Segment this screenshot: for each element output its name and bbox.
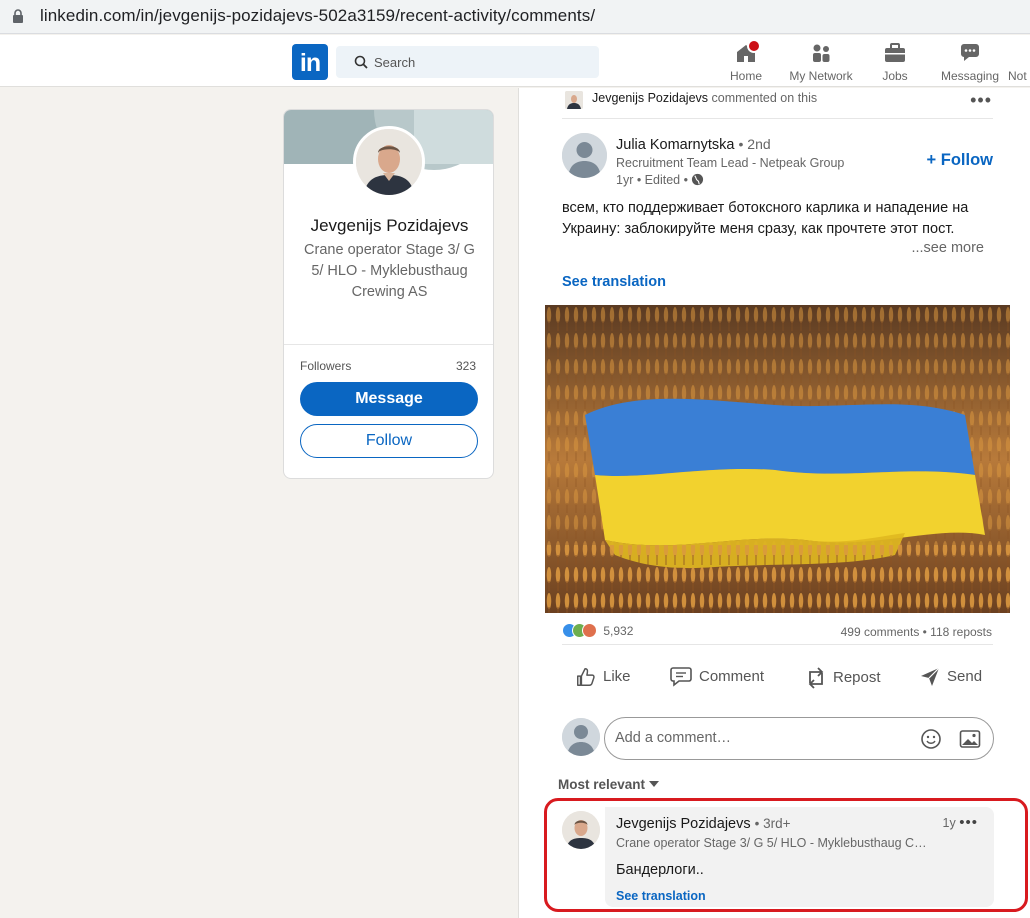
reaction-icons <box>562 623 600 639</box>
current-user-avatar <box>562 718 600 756</box>
top-nav: in Search Home My Network Jobs Messaging… <box>0 35 1030 87</box>
nav-home[interactable]: Home <box>727 39 765 83</box>
divider <box>284 344 493 345</box>
emoji-icon[interactable] <box>920 728 942 750</box>
briefcase-icon <box>885 43 905 62</box>
nav-messaging[interactable]: Messaging <box>939 41 1001 83</box>
messaging-icon <box>961 44 979 61</box>
search-icon <box>354 55 368 69</box>
lock-icon <box>13 9 23 23</box>
see-more-link[interactable]: ...see more <box>911 240 984 256</box>
person-photo-icon <box>565 91 583 109</box>
nav-jobs[interactable]: Jobs <box>878 41 912 83</box>
nav-jobs-label: Jobs <box>882 69 908 83</box>
bell-icon <box>1008 41 1030 65</box>
connection-degree: • 2nd <box>738 136 771 152</box>
caret-down-icon <box>648 781 659 787</box>
post-image[interactable] <box>545 305 1010 613</box>
ukrainian-flag-wheat-photo <box>545 305 1010 613</box>
follow-button[interactable]: Follow <box>300 424 478 458</box>
url-text[interactable]: linkedin.com/in/jevgenijs-pozidajevs-502… <box>40 6 595 26</box>
red-highlight-annotation <box>544 798 1028 912</box>
divider <box>562 118 993 119</box>
person-photo-icon <box>356 129 422 195</box>
more-options-icon[interactable]: ••• <box>970 90 992 111</box>
sort-label: Most relevant <box>558 777 646 792</box>
default-person-icon <box>562 133 607 178</box>
nav-notifications-label: Not <box>1008 69 1027 83</box>
sort-dropdown[interactable]: Most relevant <box>558 777 659 792</box>
activity-actor-name[interactable]: Jevgenijs Pozidajevs <box>592 91 708 105</box>
nav-home-label: Home <box>729 69 762 83</box>
see-translation-link[interactable]: See translation <box>562 274 666 290</box>
reactions-summary[interactable]: 5,932 <box>562 623 633 639</box>
comment-icon <box>670 667 692 687</box>
send-label: Send <box>947 667 983 685</box>
post-body: всем, кто поддерживает ботоксного карлик… <box>562 200 969 237</box>
author-avatar[interactable] <box>562 133 607 178</box>
nav-my-network-label: My Network <box>789 69 853 83</box>
default-person-icon <box>562 718 600 756</box>
repost-label: Repost <box>833 668 881 686</box>
comments-reposts-count[interactable]: 499 comments • 118 reposts <box>841 625 992 639</box>
activity-actor-avatar <box>565 91 583 109</box>
reactions-count: 5,932 <box>603 624 634 638</box>
thumbs-up-icon <box>577 668 595 686</box>
profile-card: Jevgenijs Pozidajevs Crane operator Stag… <box>283 109 494 479</box>
send-icon <box>921 667 940 686</box>
add-comment-input[interactable]: Add a comment… <box>604 717 994 760</box>
like-label: Like <box>603 667 631 685</box>
author-name[interactable]: Julia Komarnytska • 2nd <box>616 136 771 153</box>
post-follow-button[interactable]: + Follow <box>927 151 993 170</box>
repost-icon <box>808 667 824 689</box>
post-time-text: 1yr • Edited • <box>616 173 688 187</box>
profile-name[interactable]: Jevgenijs Pozidajevs <box>284 216 493 236</box>
profile-avatar[interactable] <box>353 126 425 198</box>
comment-button[interactable]: Comment <box>669 666 764 688</box>
banner-shape <box>414 110 493 164</box>
search-input[interactable]: Search <box>374 55 415 70</box>
network-icon <box>813 44 830 62</box>
nav-my-network[interactable]: My Network <box>785 41 857 83</box>
author-name-text: Julia Komarnytska <box>616 137 735 153</box>
author-headline: Recruitment Team Lead - Netpeak Group <box>616 156 845 170</box>
activity-text: commented on this <box>711 91 818 105</box>
profile-headline: Crane operator Stage 3/ G 5/ HLO - Mykle… <box>304 242 475 300</box>
notification-badge <box>747 39 761 53</box>
followers-count: 323 <box>455 359 476 373</box>
post-time: 1yr • Edited • <box>616 173 704 187</box>
image-icon[interactable] <box>959 729 981 749</box>
search-box[interactable]: Search <box>336 46 599 78</box>
browser-address-bar[interactable]: linkedin.com/in/jevgenijs-pozidajevs-502… <box>0 0 1030 34</box>
activity-header: Jevgenijs Pozidajevs commented on this <box>592 91 817 105</box>
nav-notifications[interactable]: Not <box>1008 41 1030 83</box>
globe-icon <box>692 173 704 186</box>
divider <box>562 644 993 645</box>
comment-label: Comment <box>699 667 765 685</box>
followers-label: Followers <box>300 359 352 373</box>
feed-post: Jevgenijs Pozidajevs commented on this •… <box>518 88 1030 918</box>
comment-placeholder: Add a comment… <box>615 730 732 746</box>
love-reaction-icon <box>582 623 597 638</box>
send-button[interactable]: Send <box>919 666 982 688</box>
repost-button[interactable]: Repost <box>805 666 881 690</box>
nav-messaging-label: Messaging <box>940 69 1000 83</box>
linkedin-logo[interactable]: in <box>292 44 328 80</box>
message-button[interactable]: Message <box>300 382 478 416</box>
like-button[interactable]: Like <box>575 666 631 688</box>
